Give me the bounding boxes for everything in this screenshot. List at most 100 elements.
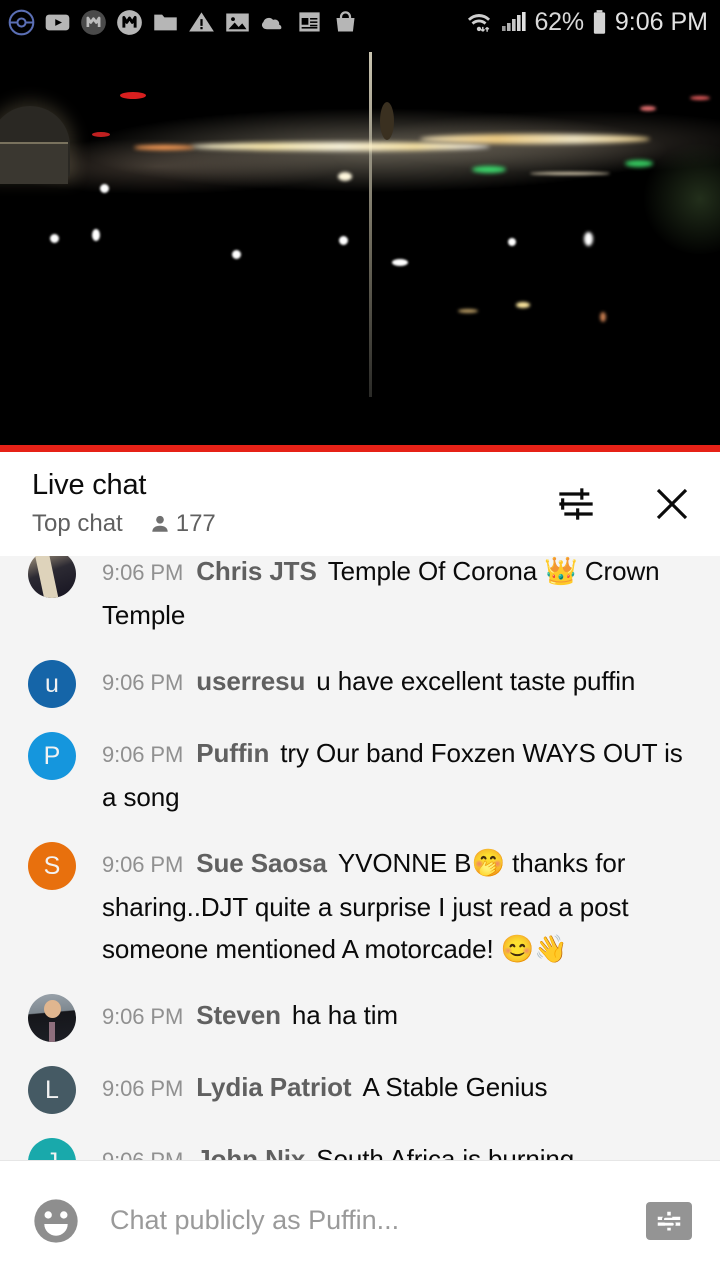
chat-message-row[interactable]: L 9:06 PM Lydia Patriot A Stable Genius <box>0 1054 720 1126</box>
status-bar-clock: 9:06 PM <box>614 7 708 36</box>
status-bar-system-icons: 62% 9:06 PM <box>464 8 708 37</box>
city-light <box>232 250 241 259</box>
message-author[interactable]: Sue Saosa <box>196 848 327 878</box>
tune-settings-icon[interactable] <box>554 482 598 526</box>
chat-message-row[interactable]: 9:06 PM Chris JTS Temple Of Corona 👑 Crown… <box>0 556 720 648</box>
dollar-bill-icon[interactable] <box>646 1201 692 1240</box>
city-light <box>600 312 606 322</box>
city-light <box>120 92 146 99</box>
chat-header-titles: Live chat Top chat 177 <box>32 466 554 540</box>
chat-message-row[interactable]: u 9:06 PM userresu u have excellent taste … <box>0 648 720 720</box>
city-light <box>392 259 408 266</box>
live-chat-screen: 62% 9:06 PM Live chat Top chat 177 9:06 … <box>0 0 720 1280</box>
avatar-initial: J <box>46 1148 59 1161</box>
avatar-initial: L <box>45 1075 59 1104</box>
chat-composer <box>0 1160 720 1280</box>
viewer-count-group: 177 <box>149 510 216 538</box>
message-timestamp: 9:06 PM <box>102 670 184 695</box>
warning-triangle-icon <box>189 11 214 31</box>
avatar[interactable] <box>28 556 76 598</box>
avatar-initial: S <box>43 851 61 880</box>
message-text: ha ha tim <box>291 1000 398 1030</box>
youtube-icon <box>45 14 70 30</box>
message-timestamp: 9:06 PM <box>102 1148 183 1160</box>
chat-message-row[interactable]: S 9:06 PM Sue Saosa YVONNE B🤭 thanks for s… <box>0 830 720 982</box>
close-icon[interactable] <box>650 482 694 526</box>
chat-message-row[interactable]: 9:06 PM Steven ha ha tim <box>0 982 720 1054</box>
chat-message-body: 9:06 PM Puffin try Our band Foxzen WAYS OU… <box>102 732 696 818</box>
message-timestamp: 9:06 PM <box>102 742 184 767</box>
messenger-dark-icon <box>81 9 106 35</box>
tower-building <box>380 102 394 140</box>
message-author[interactable]: Steven <box>196 1000 281 1030</box>
avatar[interactable] <box>28 994 76 1042</box>
message-author[interactable]: userresu <box>196 666 305 696</box>
city-light <box>338 172 352 181</box>
avatar[interactable]: J <box>28 1138 76 1160</box>
avatar-initial: P <box>43 741 61 770</box>
battery-icon <box>593 9 606 34</box>
city-light <box>134 145 194 150</box>
viewer-count: 177 <box>175 510 216 537</box>
wifi-icon <box>468 13 491 32</box>
pokeball-icon <box>8 9 35 35</box>
message-text: YVONNE B <box>337 848 472 878</box>
shopping-bag-icon <box>336 10 355 31</box>
messenger-icon <box>117 9 142 35</box>
crown-emoji: 👑 <box>544 556 578 586</box>
green-light <box>472 166 506 173</box>
chat-message-body: 9:06 PM userresu u have excellent taste pu… <box>102 660 696 704</box>
chat-message-list-inner: 9:06 PM Chris JTS Temple Of Corona 👑 Crown… <box>0 556 720 1160</box>
live-chat-header: Live chat Top chat 177 <box>0 452 720 556</box>
city-light <box>516 302 530 308</box>
person-icon <box>152 515 168 532</box>
message-author[interactable]: Chris JTS <box>196 556 317 586</box>
message-timestamp: 9:06 PM <box>102 1076 184 1101</box>
chat-header-actions <box>554 466 702 526</box>
photo-icon <box>226 13 249 31</box>
message-author[interactable]: Lydia Patriot <box>196 1072 351 1102</box>
cellular-signal-icon <box>502 12 527 31</box>
avatar[interactable]: u <box>28 660 76 708</box>
zany-face-emoji: 🤭 <box>471 848 505 878</box>
bridge-lights <box>530 172 610 175</box>
city-light <box>50 234 59 243</box>
message-text: South Africa is burning. <box>316 1144 582 1160</box>
video-player[interactable] <box>0 44 720 452</box>
green-light <box>625 160 653 167</box>
chat-message-row[interactable]: P 9:06 PM Puffin try Our band Foxzen WAYS … <box>0 720 720 830</box>
battery-percent-label: 62% <box>534 7 584 36</box>
flagpole <box>369 52 372 397</box>
live-chat-title: Live chat <box>32 469 147 501</box>
city-light <box>339 236 348 245</box>
smiling-wave-emoji: 😊👋 <box>500 934 568 964</box>
android-status-bar: 62% 9:06 PM <box>0 0 720 44</box>
chat-message-body: 9:06 PM Chris JTS Temple Of Corona 👑 Crown… <box>102 556 696 636</box>
avatar[interactable]: P <box>28 732 76 780</box>
message-text: u have excellent taste puffin <box>316 666 636 696</box>
night-sky-background <box>0 44 720 452</box>
message-timestamp: 9:06 PM <box>102 852 184 877</box>
chat-input[interactable] <box>110 1205 646 1236</box>
message-author[interactable]: Puffin <box>196 738 269 768</box>
chat-message-row[interactable]: J 9:06 PM John Nix South Africa is burning… <box>0 1126 720 1160</box>
top-chat-label[interactable]: Top chat <box>32 508 123 540</box>
chat-message-body: 9:06 PM Steven ha ha tim <box>102 994 696 1038</box>
city-light <box>458 309 478 313</box>
emoji-smiley-icon[interactable] <box>30 1195 82 1247</box>
message-text: A Stable Genius <box>362 1072 548 1102</box>
status-bar-notification-icons <box>8 9 464 36</box>
message-author[interactable]: John Nix <box>196 1144 305 1160</box>
avatar-initial: u <box>45 669 59 698</box>
cloud-icon <box>261 17 282 29</box>
video-progress-bar[interactable] <box>0 445 720 452</box>
folder-icon <box>154 14 177 30</box>
city-light <box>92 132 110 137</box>
city-light <box>690 96 710 100</box>
city-light <box>92 229 100 241</box>
chat-message-list[interactable]: 9:06 PM Chris JTS Temple Of Corona 👑 Crown… <box>0 556 720 1160</box>
avatar[interactable]: L <box>28 1066 76 1114</box>
city-light <box>508 238 516 246</box>
avatar[interactable]: S <box>28 842 76 890</box>
chat-message-body: 9:06 PM Lydia Patriot A Stable Genius <box>102 1066 696 1110</box>
